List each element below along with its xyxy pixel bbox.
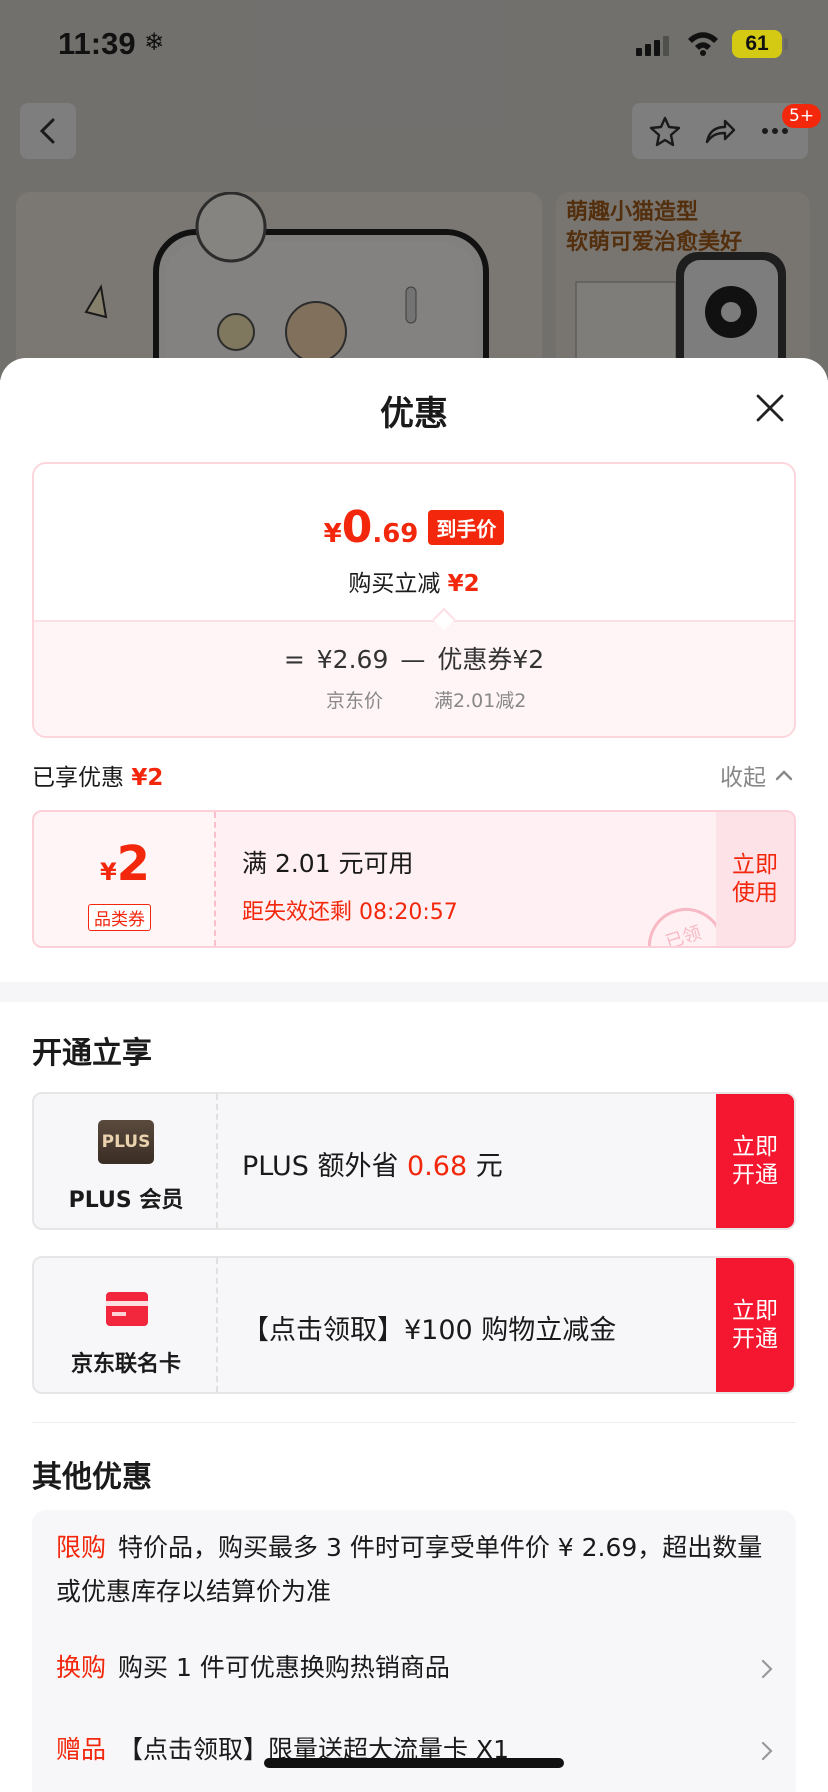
- price-formula: = ¥2.69 — 优惠券¥2: [34, 640, 794, 676]
- card-name: 京东联名卡: [70, 1352, 181, 1377]
- instant-discount-amount: ¥2: [447, 571, 480, 597]
- offer-tag: 赠品: [56, 1735, 107, 1764]
- final-price: ¥ 0 .69 到手价: [34, 502, 794, 553]
- open-plus-button[interactable]: 立即开通: [716, 1094, 794, 1228]
- discount-sheet: 优惠 ¥ 0 .69 到手价 购买立减 ¥2 = ¥2.69 — 优惠券¥2 京…: [0, 358, 828, 1792]
- final-price-tag: 到手价: [428, 510, 505, 545]
- card-offer-text: 【点击领取】¥100 购物立减金: [242, 1315, 617, 1346]
- credit-card-icon: [106, 1292, 148, 1326]
- open-card-label: 立即开通: [732, 1298, 778, 1352]
- plus-member-card: PLUS PLUS 会员 PLUS 额外省 0.68 元 立即开通: [32, 1092, 796, 1230]
- formula-base-price: ¥2.69: [316, 645, 389, 674]
- plus-saving-amount: 0.68: [407, 1151, 468, 1182]
- coupon-type-badge: 品类券: [88, 904, 151, 931]
- collapse-label: 收起: [720, 765, 766, 791]
- thin-divider: [32, 1422, 796, 1423]
- formula-minus: —: [400, 645, 426, 674]
- product-image-1: [16, 192, 542, 380]
- offer-item-limit: 限购 特价品，购买最多 3 件时可享受单件价 ¥ 2.69，超出数量或优惠库存以结…: [56, 1526, 776, 1614]
- chevron-left-icon: [39, 118, 55, 144]
- plus-logo-icon: PLUS: [98, 1120, 154, 1164]
- coupon-value: ¥2: [34, 836, 216, 892]
- offer-tag: 换购: [56, 1653, 107, 1682]
- home-indicator[interactable]: [264, 1758, 564, 1768]
- enjoyed-amount: ¥2: [131, 765, 164, 791]
- battery-indicator: 61: [732, 30, 782, 58]
- instant-discount: 购买立减 ¥2: [34, 564, 794, 598]
- coupon-countdown: 距失效还剩 08:20:57: [242, 900, 458, 925]
- plus-saving-prefix: PLUS 额外省: [242, 1151, 408, 1182]
- back-button[interactable]: [20, 103, 76, 159]
- other-offers-list: 限购 特价品，购买最多 3 件时可享受单件价 ¥ 2.69，超出数量或优惠库存以结…: [32, 1510, 796, 1792]
- notification-badge: 5+: [782, 104, 822, 128]
- base-price-label: 京东价: [326, 690, 384, 712]
- battery-tip: [784, 38, 788, 50]
- co-brand-card: 京东联名卡 【点击领取】¥100 购物立减金 立即开通: [32, 1256, 796, 1394]
- status-time: 11:39: [58, 26, 136, 61]
- price-breakdown-card: ¥ 0 .69 到手价 购买立减 ¥2 = ¥2.69 — 优惠券¥2 京东价 …: [32, 462, 796, 738]
- coupon-amount: 2: [116, 836, 151, 892]
- cellular-signal-icon: [636, 34, 669, 56]
- snowflake-icon: ❄: [144, 28, 165, 56]
- status-bar: 11:39 ❄ 61: [0, 0, 828, 92]
- product-caption: 萌趣小猫造型 软萌可爱治愈美好: [566, 200, 743, 255]
- plus-saving-text: PLUS 额外省 0.68 元: [242, 1144, 503, 1183]
- offer-text: 购买 1 件可优惠换购热销商品: [118, 1653, 450, 1682]
- use-coupon-button[interactable]: 立即使用: [716, 812, 794, 946]
- other-offers-title: 其他优惠: [32, 1460, 152, 1495]
- price-bottom: [34, 620, 794, 736]
- chevron-right-icon: [761, 1659, 773, 1679]
- sheet-title: 优惠: [380, 394, 448, 434]
- instant-discount-label: 购买立减: [348, 571, 441, 597]
- close-icon[interactable]: [752, 390, 788, 426]
- open-plus-label: 立即开通: [732, 1134, 778, 1188]
- final-price-int: 0: [341, 502, 373, 553]
- offer-item-exchange[interactable]: 换购 购买 1 件可优惠换购热销商品: [56, 1646, 776, 1690]
- enjoyed-discount: 已享优惠 ¥2: [32, 758, 163, 792]
- offer-tag: 限购: [56, 1533, 107, 1562]
- chevron-up-icon: [775, 770, 793, 781]
- open-card-button[interactable]: 立即开通: [716, 1258, 794, 1392]
- collapse-toggle[interactable]: 收起: [720, 758, 794, 792]
- use-coupon-label: 立即使用: [732, 852, 778, 906]
- final-price-dec: .69: [372, 519, 419, 549]
- formula-coupon: 优惠券¥2: [437, 645, 545, 674]
- offer-text: 特价品，购买最多 3 件时可享受单件价 ¥ 2.69，超出数量或优惠库存以结算价…: [56, 1533, 763, 1606]
- plus-saving-suffix: 元: [467, 1151, 503, 1182]
- coupon-yen: ¥: [99, 858, 117, 886]
- formula-equals: =: [283, 645, 305, 674]
- category-coupon: ¥2 品类券 满 2.01 元可用 距失效还剩 08:20:57 已领 立即使用: [32, 810, 796, 948]
- plus-name: PLUS 会员: [68, 1188, 184, 1213]
- final-price-yen: ¥: [323, 519, 342, 549]
- enjoyed-label: 已享优惠: [32, 765, 124, 791]
- coupon-rule-label: 满2.01减2: [434, 690, 527, 712]
- coupon-condition: 满 2.01 元可用: [242, 849, 414, 878]
- wifi-icon: [688, 32, 718, 56]
- membership-section-title: 开通立享: [32, 1036, 152, 1071]
- share-icon[interactable]: [703, 114, 737, 148]
- section-divider: [0, 982, 828, 1002]
- star-icon[interactable]: [648, 114, 682, 148]
- product-image-2: 萌趣小猫造型 软萌可爱治愈美好: [556, 192, 810, 380]
- chevron-right-icon: [761, 1741, 773, 1761]
